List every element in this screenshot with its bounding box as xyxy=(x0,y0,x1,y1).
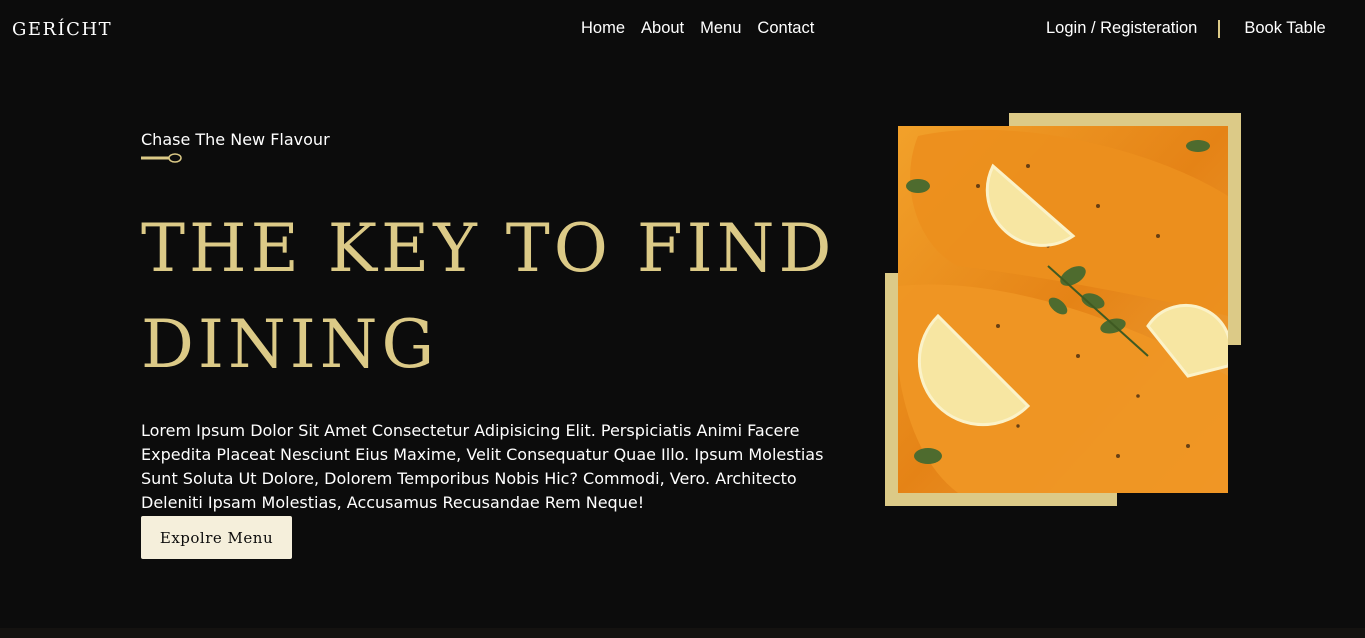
hero-food-image xyxy=(898,126,1228,493)
nav-link-about[interactable]: About xyxy=(641,19,684,38)
hero-section: Chase The New Flavour THE KEY TO FIND DI… xyxy=(141,130,841,515)
next-section-edge xyxy=(0,628,1365,638)
login-register-link[interactable]: Login / Registeration xyxy=(1046,19,1197,38)
nav-link-contact[interactable]: Contact xyxy=(757,19,814,38)
logo[interactable]: GERÍCHT xyxy=(12,19,112,40)
navbar: GERÍCHT Home About Menu Contact Login / … xyxy=(0,0,1365,58)
hero-title-line1: THE KEY TO FIND xyxy=(141,210,836,287)
nav-actions: Login / Registeration Book Table xyxy=(1046,19,1326,38)
hero-title: THE KEY TO FIND DINING xyxy=(141,201,841,393)
spoon-icon xyxy=(141,153,182,163)
nav-link-menu[interactable]: Menu xyxy=(700,19,741,38)
hero-image-frame xyxy=(885,113,1241,506)
nav-link-home[interactable]: Home xyxy=(581,19,625,38)
hero-description: Lorem Ipsum Dolor Sit Amet Consectetur A… xyxy=(141,421,824,512)
nav-links: Home About Menu Contact xyxy=(581,19,814,38)
book-table-link[interactable]: Book Table xyxy=(1244,19,1325,38)
hero-title-line2: DINING xyxy=(141,306,439,383)
hero-subtitle: Chase The New Flavour xyxy=(141,130,330,149)
explore-menu-button[interactable]: Expolre Menu xyxy=(141,516,292,559)
nav-divider xyxy=(1218,19,1221,38)
